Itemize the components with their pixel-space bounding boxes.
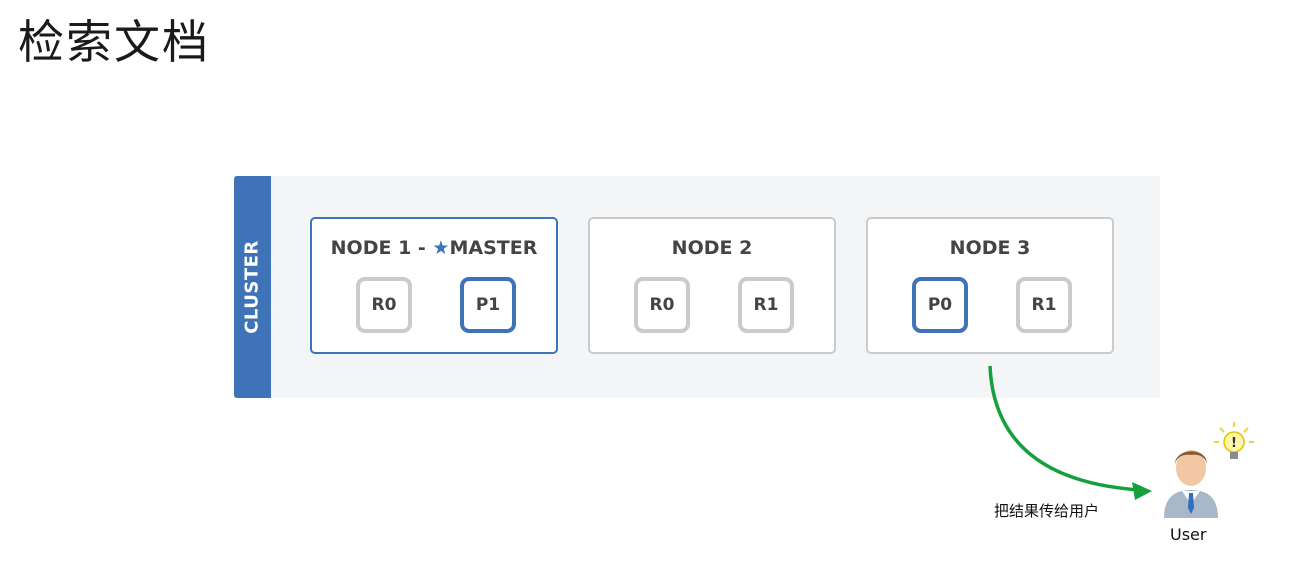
svg-text:!: ! — [1231, 436, 1237, 451]
arrow-head-icon — [1132, 482, 1152, 500]
user-label: User — [1170, 525, 1207, 544]
result-arrow — [988, 365, 1152, 500]
result-arrow-label: 把结果传给用户 — [994, 502, 1100, 520]
lightbulb-icon: ! — [1214, 422, 1254, 459]
